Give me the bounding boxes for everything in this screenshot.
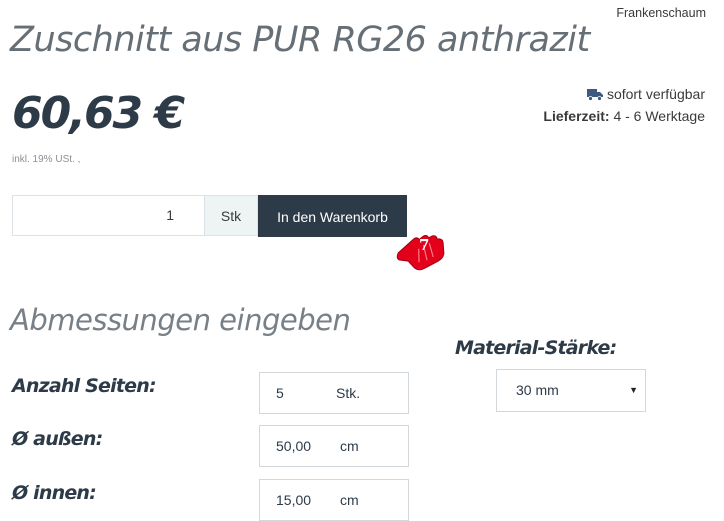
- label-anzahl-seiten: Anzahl Seiten:: [12, 375, 157, 397]
- hand-badge-number: 7: [419, 236, 429, 254]
- section-title-dimensions: Abmessungen eingeben: [10, 303, 351, 337]
- quantity-input[interactable]: 1: [12, 195, 205, 236]
- product-title: Zuschnitt aus PUR RG26 anthrazit: [10, 20, 590, 60]
- pointing-hand-icon: 7: [396, 235, 445, 271]
- availability-text: sofort verfügbar: [606, 86, 705, 102]
- truck-icon: [586, 88, 603, 101]
- delivery-label: Lieferzeit:: [543, 108, 610, 124]
- sides-value: 5: [276, 385, 284, 401]
- inner-diameter-value: 15,00: [276, 492, 312, 508]
- add-to-cart-button[interactable]: In den Warenkorb: [258, 195, 407, 237]
- delivery-value: 4 - 6 Werktage: [613, 108, 705, 124]
- inner-diameter-input[interactable]: 15,00 cm: [259, 479, 409, 521]
- sides-input[interactable]: 5 Stk.: [259, 372, 409, 414]
- chevron-down-icon: ▼: [629, 385, 638, 395]
- tax-note: inkl. 19% USt. ,: [12, 154, 81, 165]
- inner-diameter-unit: cm: [340, 492, 359, 508]
- outer-diameter-unit: cm: [340, 438, 359, 454]
- outer-diameter-input[interactable]: 50,00 cm: [259, 425, 409, 467]
- label-inner-diameter: Ø innen:: [12, 482, 97, 504]
- material-thickness-label: Material-Stärke:: [455, 337, 617, 359]
- sides-unit: Stk.: [336, 385, 361, 401]
- category-label: Frankenschaum: [616, 6, 706, 20]
- outer-diameter-value: 50,00: [276, 438, 312, 454]
- material-thickness-select[interactable]: 30 mm ▼: [496, 369, 646, 412]
- label-outer-diameter: Ø außen:: [12, 428, 103, 450]
- quantity-unit: Stk: [205, 195, 258, 236]
- delivery-time: Lieferzeit: 4 - 6 Werktage: [543, 108, 705, 124]
- material-thickness-value: 30 mm: [516, 382, 559, 398]
- price: 60,63 €: [12, 88, 185, 139]
- availability-status: sofort verfügbar: [586, 86, 705, 102]
